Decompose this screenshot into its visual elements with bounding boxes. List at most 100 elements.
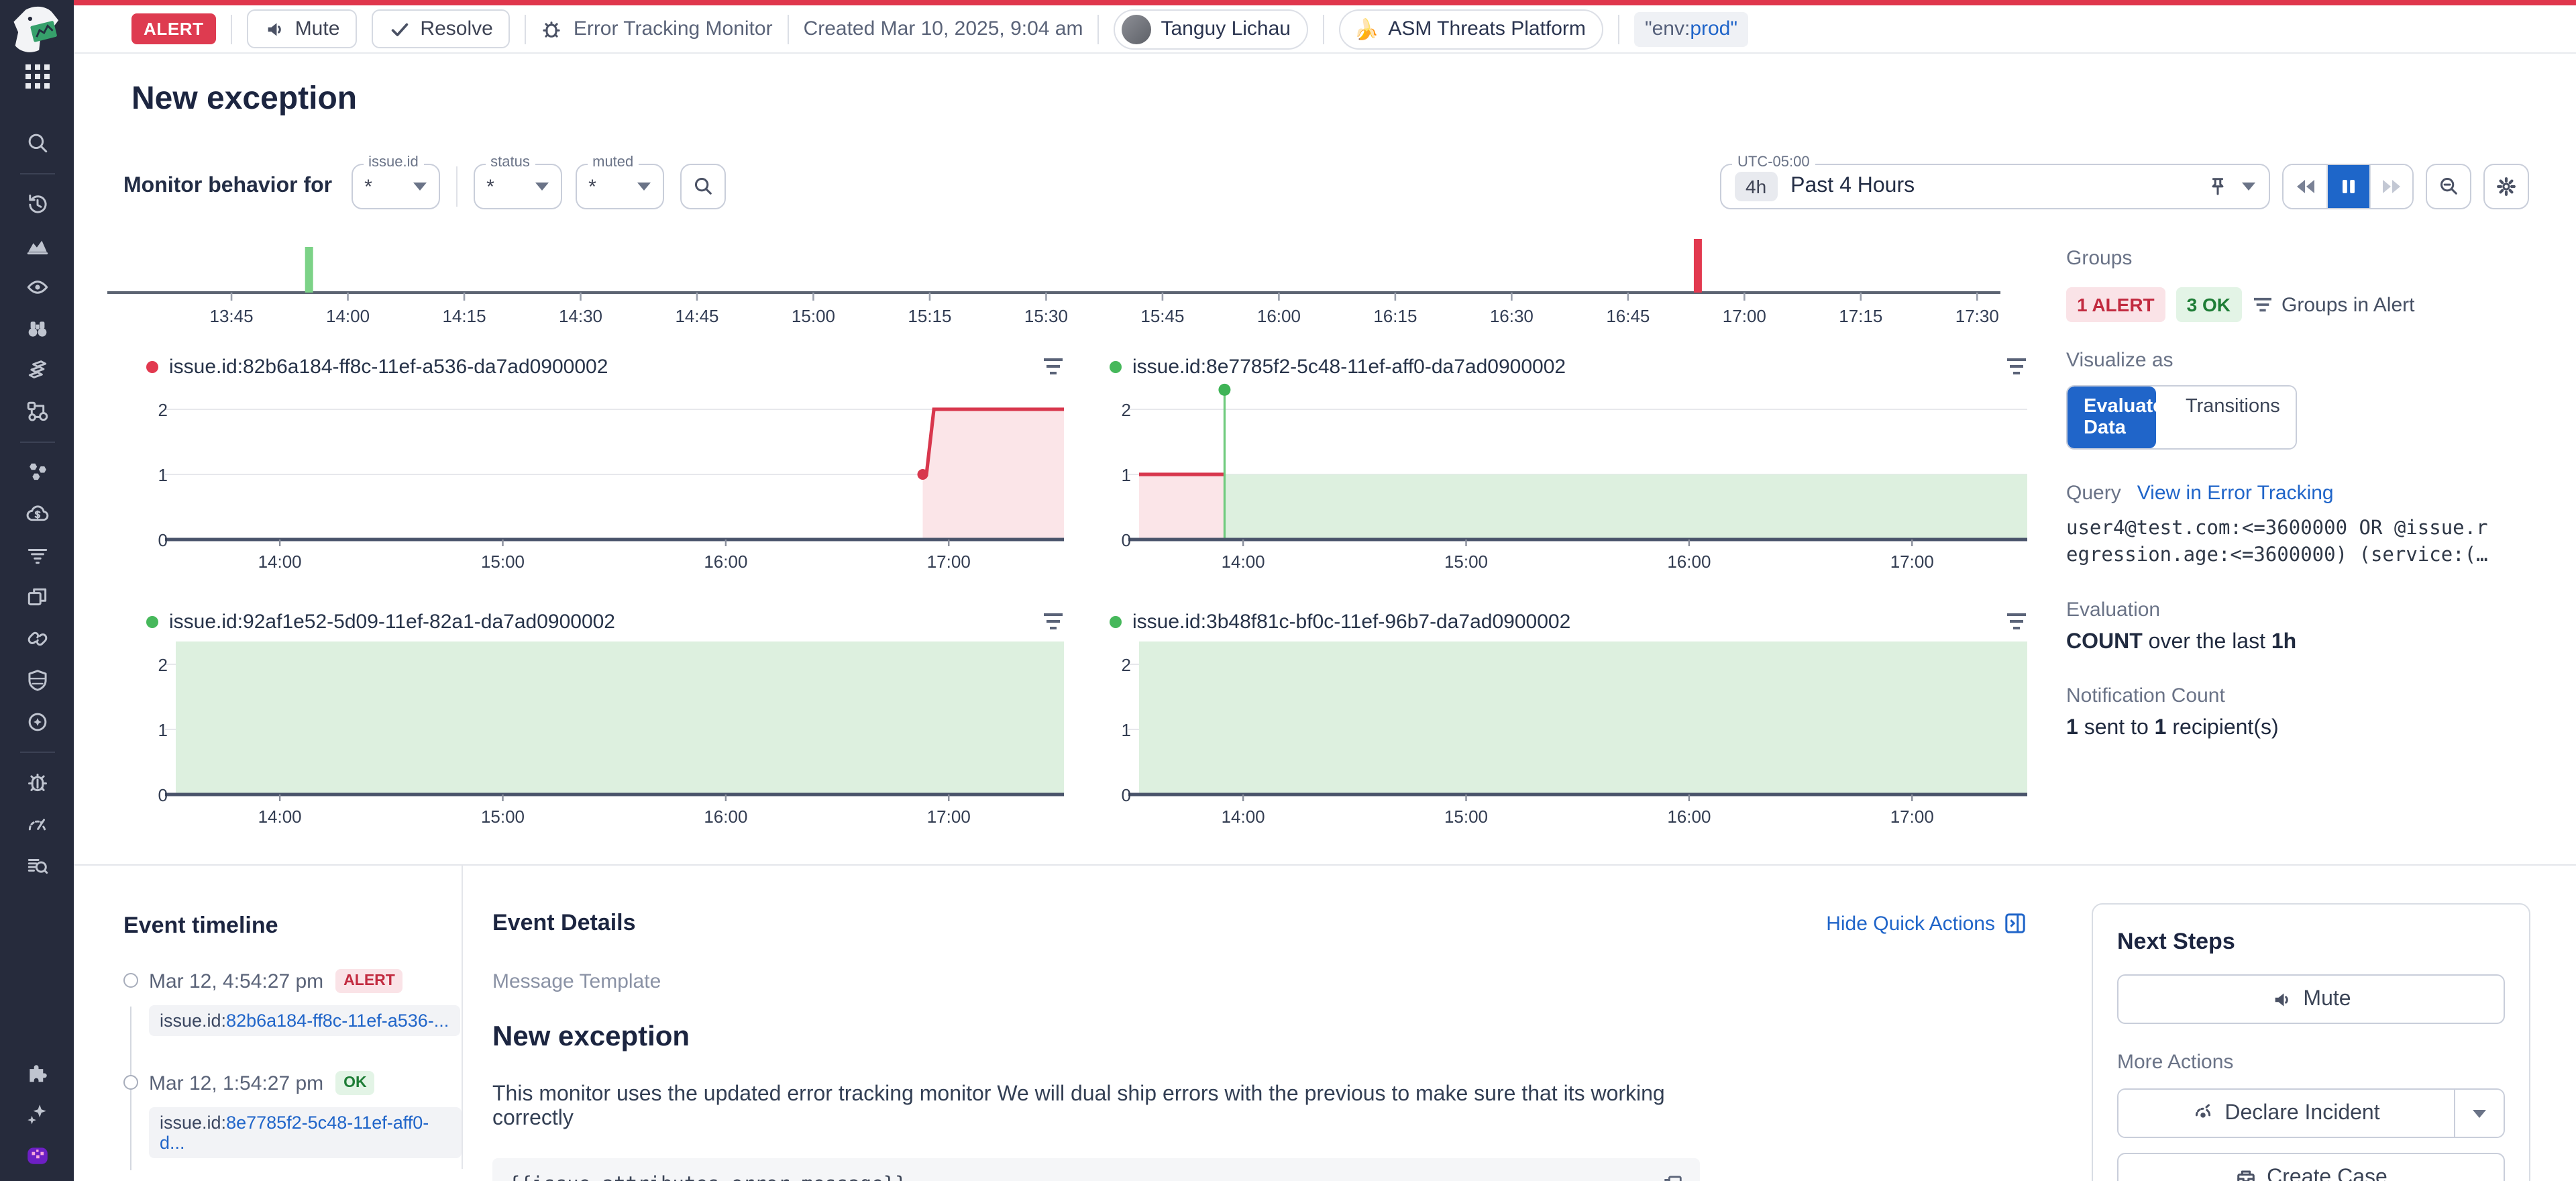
sidebar-bottom-nav	[0, 1060, 74, 1168]
ok-count-pill[interactable]: 3 OK	[2176, 287, 2241, 322]
apps-grid-icon[interactable]	[25, 64, 49, 89]
monitor-info-panel: Groups 1 ALERT 3 OK Groups in Alert Visu…	[2066, 215, 2533, 837]
pause-button[interactable]	[2326, 165, 2369, 208]
group-chart-card: issue.id:82b6a184-ff8c-11ef-a536-da7ad09…	[141, 352, 1072, 582]
datadog-logo-icon[interactable]	[10, 5, 64, 54]
group-chart: 01214:0015:0016:0017:00	[141, 636, 1072, 837]
settings-button[interactable]	[2483, 164, 2529, 209]
error-tracking-icon[interactable]	[25, 770, 49, 794]
declare-incident-dropdown[interactable]	[2454, 1090, 2504, 1137]
zoom-out-button[interactable]	[2426, 164, 2471, 209]
svg-text:17:00: 17:00	[1890, 807, 1934, 827]
event-timeline-panel: Event timeline Mar 12, 4:54:27 pm ALERT …	[123, 866, 462, 1169]
svg-text:16:00: 16:00	[1257, 306, 1301, 326]
svg-text:17:00: 17:00	[1890, 552, 1934, 572]
filter-search-button[interactable]	[680, 164, 725, 209]
apm-icon[interactable]	[25, 317, 49, 341]
query-label: Query	[2066, 482, 2121, 505]
declare-incident-split-button: Declare Incident	[2117, 1088, 2505, 1138]
monitor-type-label: Error Tracking Monitor	[574, 17, 773, 40]
log-explorer-icon[interactable]	[25, 854, 49, 878]
svg-text:16:00: 16:00	[704, 807, 747, 827]
owner-name: Tanguy Lichau	[1161, 17, 1291, 40]
group-chart-card: issue.id:8e7785f2-5c48-11ef-aff0-da7ad09…	[1104, 352, 2035, 582]
event-status-badge: OK	[335, 1071, 375, 1095]
metrics-icon[interactable]	[25, 234, 49, 258]
view-in-error-tracking-link[interactable]: View in Error Tracking	[2137, 482, 2334, 505]
chart-title: issue.id:92af1e52-5d09-11ef-82a1-da7ad09…	[169, 610, 615, 633]
team-pill[interactable]: 🍌 ASM Threats Platform	[1339, 9, 1603, 49]
watchdog-icon[interactable]	[25, 275, 49, 299]
security-icon[interactable]	[25, 668, 49, 692]
filter-select-muted[interactable]: muted *	[575, 164, 663, 209]
issue-id-chip[interactable]: issue.id:82b6a184-ff8c-11ef-a536-...	[149, 1005, 460, 1036]
status-dot	[1110, 360, 1122, 372]
chevron-down-icon[interactable]	[2242, 183, 2255, 191]
filter-select-issue-id[interactable]: issue.id *	[351, 164, 439, 209]
ai-assistant-icon[interactable]	[25, 1102, 49, 1126]
svg-text:14:30: 14:30	[559, 306, 602, 326]
integrations-icon[interactable]	[25, 1060, 49, 1084]
groups-in-alert-link[interactable]: Groups in Alert	[2252, 293, 2414, 316]
toggle-evaluated-data[interactable]: Evaluated Data	[2068, 387, 2156, 448]
declare-incident-button[interactable]: Declare Incident	[2118, 1090, 2454, 1137]
timezone-label: UTC-05:00	[1732, 154, 1815, 170]
time-range-picker[interactable]: UTC-05:00 4h Past 4 Hours	[1720, 164, 2270, 209]
chart-filter-icon[interactable]	[2006, 357, 2027, 376]
create-case-button[interactable]: Create Case	[2117, 1153, 2505, 1181]
bits-ai-icon[interactable]	[25, 1143, 49, 1168]
mute-label: Mute	[2303, 987, 2351, 1011]
svg-text:17:00: 17:00	[1723, 306, 1766, 326]
filter-icon	[2252, 296, 2272, 313]
filter-value: *	[588, 175, 596, 198]
chart-filter-icon[interactable]	[1042, 357, 1064, 376]
mute-label: Mute	[295, 17, 340, 40]
svg-text:15:00: 15:00	[481, 552, 525, 572]
svg-text:0: 0	[158, 785, 168, 805]
query-text: user4@test.com:<=3600000 OR @issue.regre…	[2066, 515, 2533, 569]
forward-button[interactable]	[2369, 165, 2412, 208]
slo-gauge-icon[interactable]	[25, 812, 49, 836]
pin-icon[interactable]	[2207, 176, 2229, 197]
owner-pill[interactable]: Tanguy Lichau	[1114, 9, 1309, 49]
evaluation-value: COUNT over the last 1h	[2066, 631, 2533, 655]
time-controls: UTC-05:00 4h Past 4 Hours	[1720, 164, 2529, 209]
svg-text:16:00: 16:00	[1667, 552, 1711, 572]
mute-button-secondary[interactable]: Mute	[2117, 974, 2505, 1024]
recent-history-icon[interactable]	[25, 192, 49, 216]
cloud-cost-icon[interactable]	[25, 502, 49, 526]
chevron-down-icon	[2473, 1109, 2486, 1117]
chart-filter-icon[interactable]	[2006, 612, 2027, 631]
env-tag[interactable]: "env:prod"	[1634, 11, 1748, 46]
svg-text:16:30: 16:30	[1490, 306, 1534, 326]
toggle-transitions[interactable]: Transitions	[2169, 387, 2296, 448]
service-map-icon[interactable]	[25, 400, 49, 424]
alert-count-pill[interactable]: 1 ALERT	[2066, 287, 2165, 322]
nav-divider	[19, 442, 54, 443]
infrastructure-icon[interactable]	[25, 358, 49, 382]
software-catalog-icon[interactable]	[25, 585, 49, 609]
chart-filter-icon[interactable]	[1042, 612, 1064, 631]
logs-icon[interactable]	[25, 544, 49, 568]
search-icon[interactable]	[25, 132, 49, 156]
hide-quick-actions-link[interactable]: Hide Quick Actions	[1826, 912, 2026, 935]
resolve-button[interactable]: Resolve	[372, 9, 510, 48]
filter-select-status[interactable]: status *	[473, 164, 561, 209]
monitor-status-timeline: 13:4514:0014:1514:3014:4515:0015:1515:30…	[107, 215, 2000, 338]
group-charts-grid: issue.id:82b6a184-ff8c-11ef-a536-da7ad09…	[141, 352, 2035, 837]
ci-cd-icon[interactable]	[25, 627, 49, 651]
chart-title: issue.id:82b6a184-ff8c-11ef-a536-da7ad09…	[169, 355, 608, 378]
chart-title: issue.id:8e7785f2-5c48-11ef-aff0-da7ad09…	[1132, 355, 1566, 378]
time-range-label: Past 4 Hours	[1790, 174, 1915, 199]
containers-icon[interactable]	[25, 460, 49, 484]
svg-text:17:00: 17:00	[927, 552, 971, 572]
svg-text:16:45: 16:45	[1606, 306, 1650, 326]
group-chart-card: issue.id:3b48f81c-bf0c-11ef-96b7-da7ad09…	[1104, 607, 2035, 837]
svg-text:17:15: 17:15	[1839, 306, 1882, 326]
rewind-button[interactable]	[2284, 165, 2326, 208]
issue-id-chip[interactable]: issue.id:8e7785f2-5c48-11ef-aff0-d...	[149, 1107, 462, 1158]
mute-button[interactable]: Mute	[247, 9, 358, 48]
synthetics-icon[interactable]	[25, 710, 49, 734]
copy-icon[interactable]	[1662, 1174, 1684, 1181]
svg-text:14:15: 14:15	[442, 306, 486, 326]
